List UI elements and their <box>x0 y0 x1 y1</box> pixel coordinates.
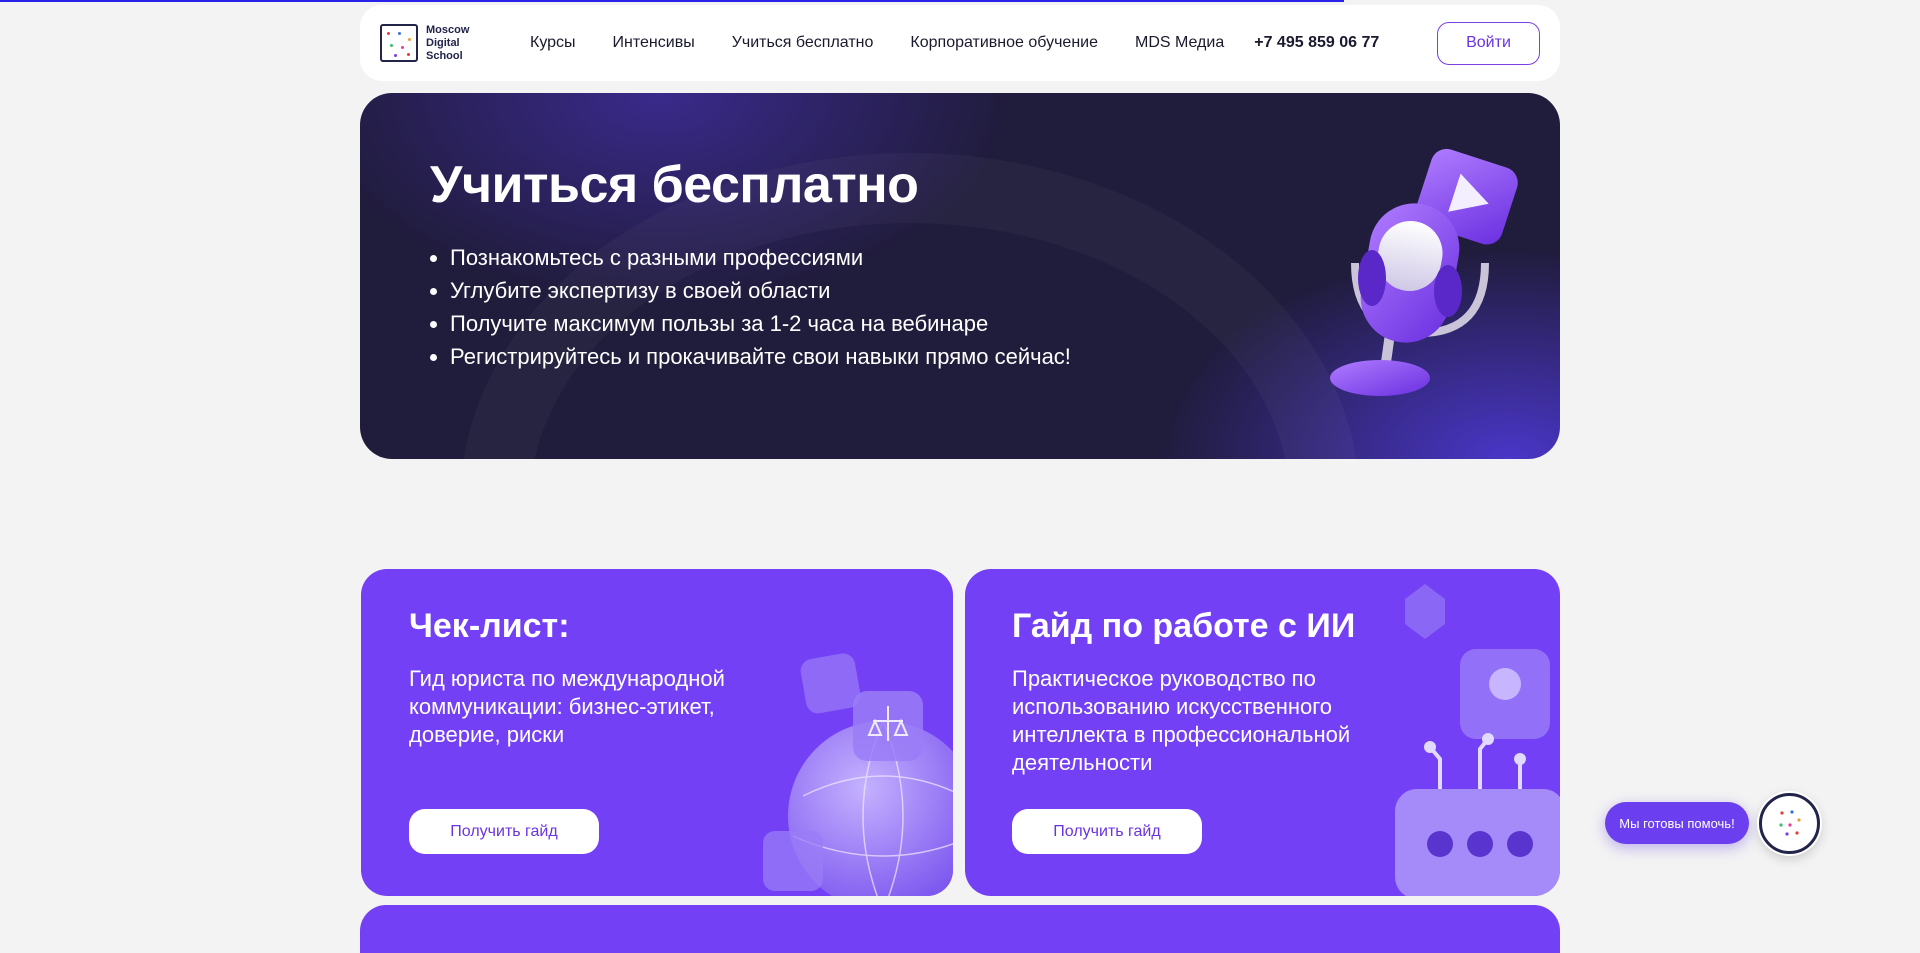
hero-banner: Учиться бесплатно Познакомьтесь с разным… <box>360 93 1560 459</box>
help-chat-label[interactable]: Мы готовы помочь! <box>1605 802 1749 844</box>
get-guide-button[interactable]: Получить гайд <box>1012 809 1202 854</box>
mds-logo-icon[interactable] <box>1759 793 1820 854</box>
list-item: Познакомьтесь с разными профессиями <box>430 241 1071 274</box>
card-title: Чек-лист: <box>409 607 570 645</box>
logo-text: Moscow Digital School <box>426 23 470 62</box>
guide-card-next <box>360 905 1560 953</box>
logo[interactable]: Moscow Digital School <box>380 24 500 63</box>
nav-courses[interactable]: Курсы <box>530 34 576 52</box>
nav-intensives[interactable]: Интенсивы <box>613 34 695 52</box>
list-item: Углубите экспертизу в своей области <box>430 274 1071 307</box>
login-button[interactable]: Войти <box>1437 21 1540 65</box>
site-header: Moscow Digital School Курсы Интенсивы Уч… <box>360 5 1560 81</box>
card-title: Гайд по работе с ИИ <box>1012 607 1356 645</box>
robot-icon <box>1395 584 1560 896</box>
list-item: Получите максимум пользы за 1-2 часа на … <box>430 307 1071 340</box>
list-item: Регистрируйтесь и прокачивайте свои навы… <box>430 340 1071 373</box>
phone-link[interactable]: +7 495 859 06 77 <box>1254 34 1379 52</box>
main-nav: Курсы Интенсивы Учиться бесплатно Корпор… <box>530 34 1261 52</box>
guide-card-ai: Гайд по работе с ИИ Практическое руковод… <box>965 569 1560 896</box>
nav-corporate[interactable]: Корпоративное обучение <box>910 34 1098 52</box>
guide-card-lawyer: Чек-лист: Гид юриста по международной ко… <box>361 569 953 896</box>
logo-mark-icon <box>380 24 418 62</box>
globe-law-icon <box>763 653 953 896</box>
get-guide-button[interactable]: Получить гайд <box>409 809 599 854</box>
hero-benefits-list: Познакомьтесь с разными профессиями Углу… <box>430 241 1071 373</box>
nav-mds-media[interactable]: MDS Медиа <box>1135 34 1224 52</box>
card-description: Гид юриста по международной коммуникации… <box>409 666 725 747</box>
nav-learn-free[interactable]: Учиться бесплатно <box>732 34 874 52</box>
microphone-play-icon <box>1330 148 1518 396</box>
card-description: Практическое руководство по использовани… <box>1012 666 1351 775</box>
page-title: Учиться бесплатно <box>430 156 919 214</box>
page-progress-bar <box>0 0 1344 2</box>
